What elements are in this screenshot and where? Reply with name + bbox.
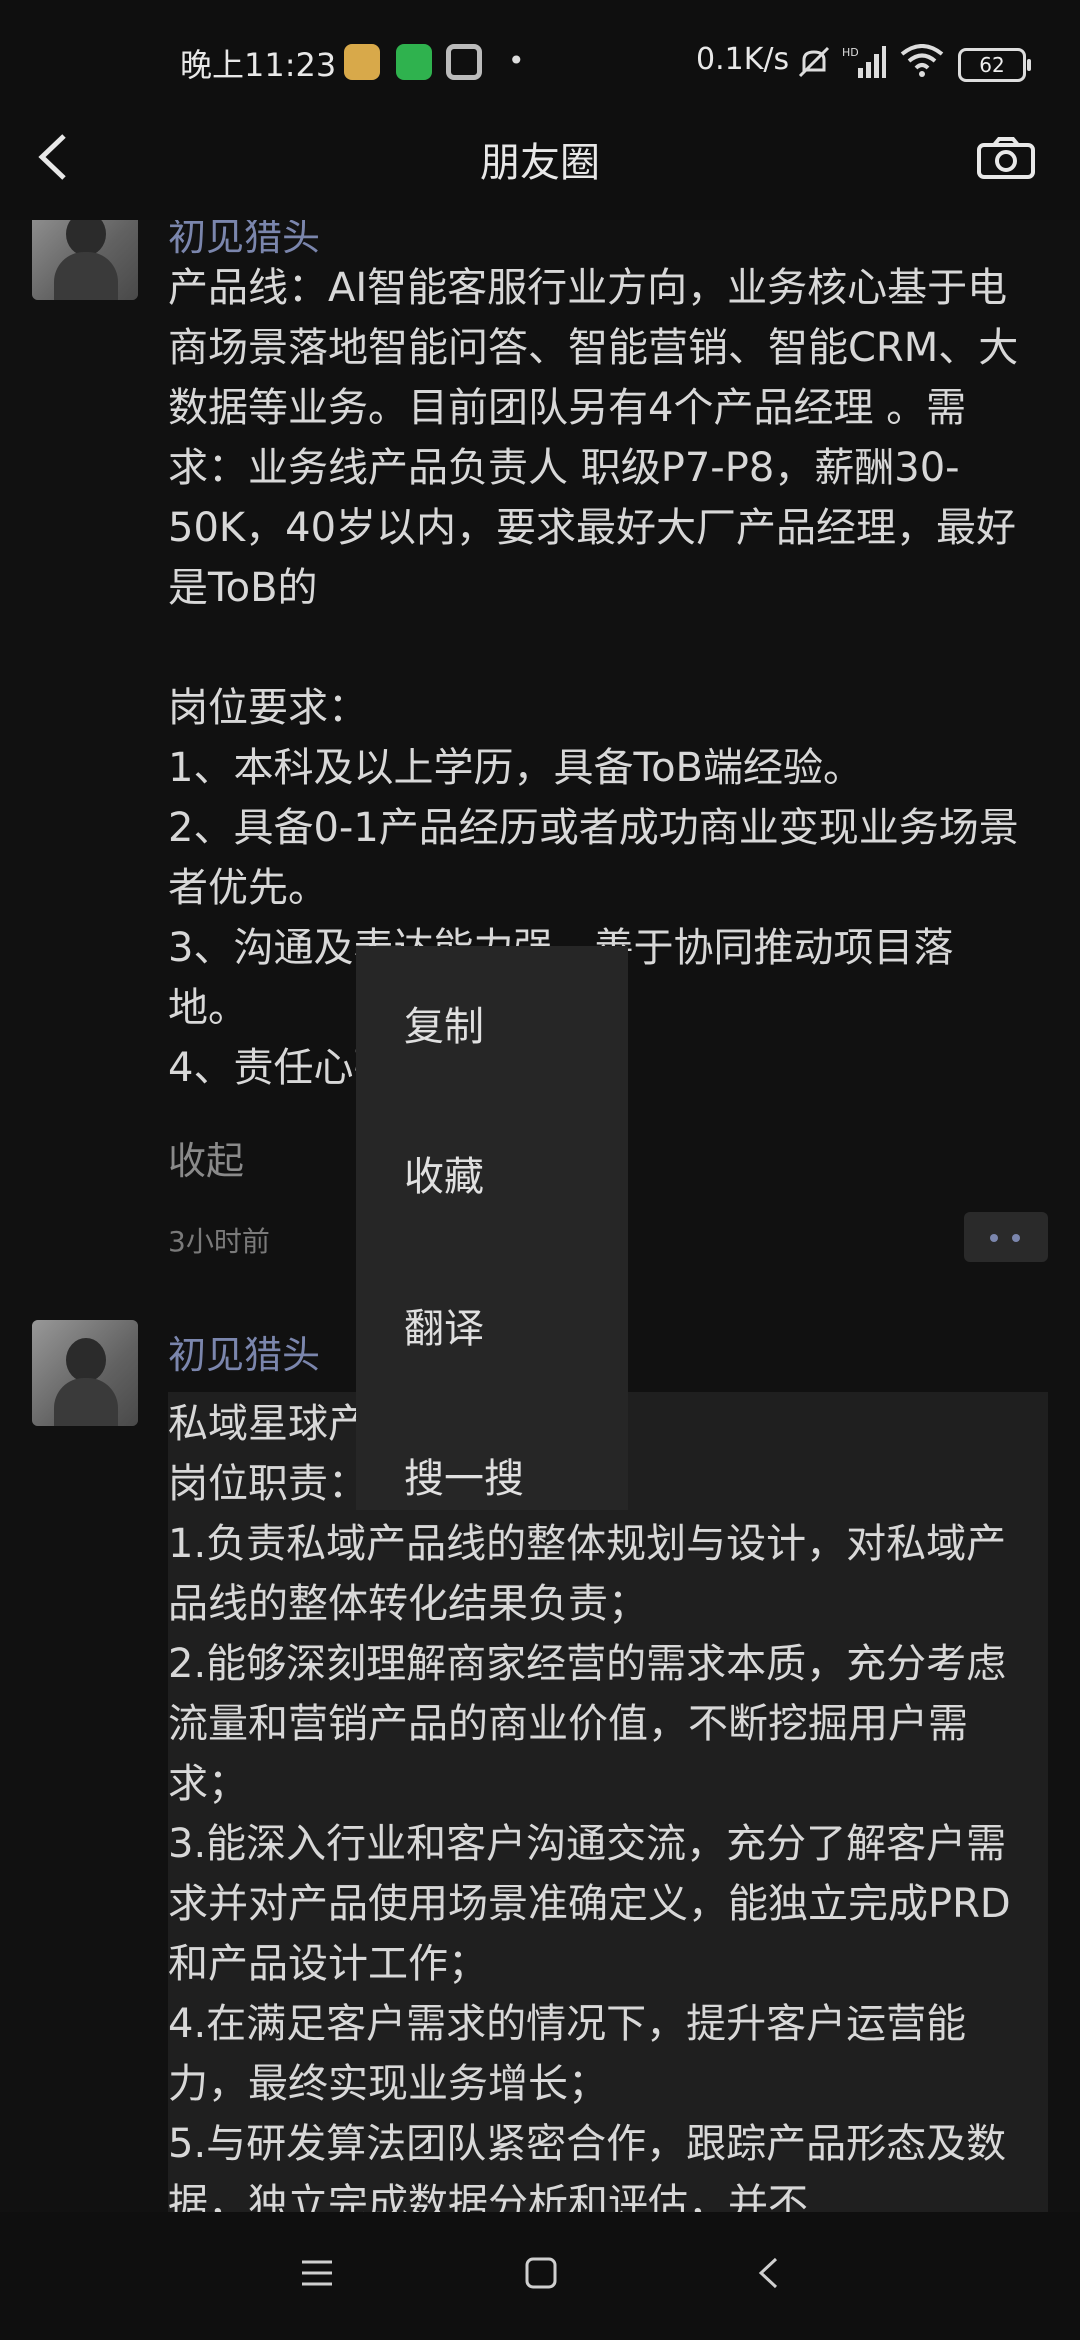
menu-icon[interactable]: [300, 2258, 334, 2288]
ring-app-icon: [446, 44, 482, 80]
menu-item-translate[interactable]: 翻译: [404, 1296, 484, 1354]
more-notifications-icon: •: [508, 44, 525, 77]
system-navigation-bar: [0, 2212, 1080, 2340]
back-icon[interactable]: [756, 2256, 780, 2290]
hd-signal-icon: HD: [842, 46, 886, 78]
collapse-link[interactable]: 收起: [168, 1130, 244, 1185]
notification-app-icon: [344, 44, 380, 80]
comment-like-button[interactable]: [964, 1212, 1048, 1262]
mute-icon: [798, 46, 830, 78]
page-title: 朋友圈: [480, 140, 600, 186]
network-speed: 0.1K/s: [696, 42, 790, 77]
svg-text:HD: HD: [842, 46, 859, 59]
menu-item-copy[interactable]: 复制: [404, 994, 484, 1052]
post-text[interactable]: 私域星球产品经理JD： 岗位职责： 1.负责私域产品线的整体规划与设计，对私域产…: [168, 1394, 1028, 2234]
home-icon[interactable]: [524, 2256, 558, 2290]
context-menu: 复制 收藏 翻译 搜一搜: [356, 946, 628, 1510]
battery-icon: 62: [958, 48, 1031, 82]
shield-app-icon: [396, 44, 432, 80]
status-time: 晚上11:23: [180, 46, 337, 84]
post-author[interactable]: 初见猎头: [168, 1324, 320, 1379]
avatar[interactable]: [32, 1320, 138, 1426]
menu-item-search[interactable]: 搜一搜: [404, 1446, 524, 1504]
status-bar: 晚上11:23 • 0.1K/s HD 62: [0, 0, 1080, 124]
wifi-icon: [900, 44, 944, 77]
menu-item-favorite[interactable]: 收藏: [404, 1144, 484, 1202]
camera-icon[interactable]: [976, 136, 1036, 180]
post-time: 3小时前: [168, 1225, 270, 1258]
